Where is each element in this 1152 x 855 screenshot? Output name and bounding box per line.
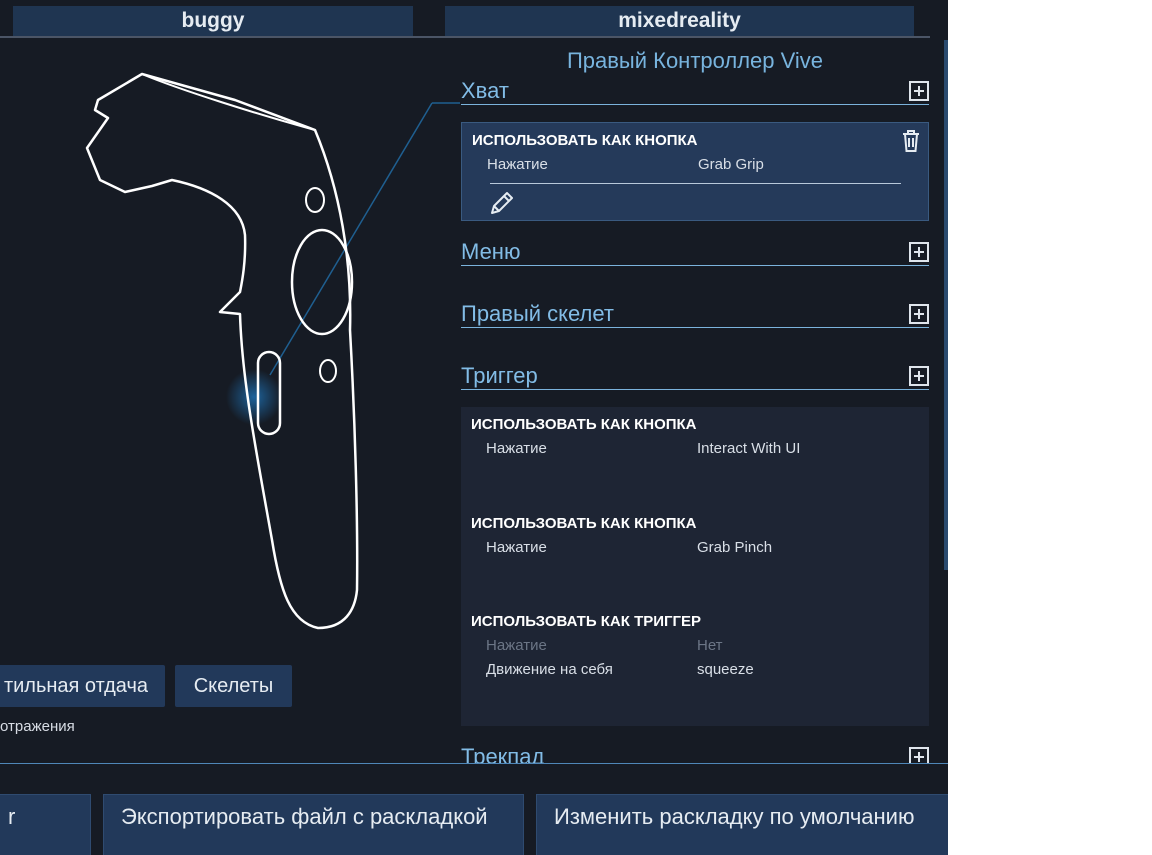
tab-mixedreality[interactable]: mixedreality xyxy=(445,6,914,36)
change-default-binding-label: Изменить раскладку по умолчанию xyxy=(554,804,915,829)
change-default-binding-button[interactable]: Изменить раскладку по умолчанию xyxy=(536,794,948,855)
export-binding-label: Экспортировать файл с раскладкой xyxy=(121,804,488,829)
controller-title: Правый Контроллер Vive xyxy=(566,48,824,73)
grip-binding-card[interactable]: ИСПОЛЬЗОВАТЬ КАК КНОПКА Нажатие Grab Gri… xyxy=(461,122,929,221)
add-binding-icon[interactable] xyxy=(909,81,929,101)
binding-action[interactable]: Нет xyxy=(697,637,723,654)
section-grip[interactable]: Хват xyxy=(461,74,929,105)
trigger-bindings-card: ИСПОЛЬЗОВАТЬ КАК КНОПКА Нажатие Interact… xyxy=(461,407,929,726)
binding-action[interactable]: squeeze xyxy=(697,661,754,678)
trash-icon[interactable] xyxy=(900,129,922,153)
binding-input: Движение на себя xyxy=(486,661,613,678)
section-menu-label: Меню xyxy=(461,239,521,264)
controller-outline xyxy=(85,72,359,630)
section-right-skeleton[interactable]: Правый скелет xyxy=(461,297,929,328)
add-binding-icon[interactable] xyxy=(909,366,929,386)
section-trigger[interactable]: Триггер xyxy=(461,359,929,390)
binding-action[interactable]: Grab Pinch xyxy=(697,539,772,556)
binding-input: Нажатие xyxy=(486,637,547,654)
add-binding-icon[interactable] xyxy=(909,304,929,324)
scrollbar[interactable] xyxy=(944,40,948,570)
footer-divider xyxy=(0,763,948,764)
section-trigger-label: Триггер xyxy=(461,363,538,388)
vive-controller-illustration xyxy=(85,72,460,630)
binding-mode[interactable]: ИСПОЛЬЗОВАТЬ КАК КНОПКА xyxy=(471,416,697,433)
tab-divider xyxy=(0,36,930,38)
section-grip-label: Хват xyxy=(461,78,509,103)
system-button-shape xyxy=(319,359,337,383)
footer-button-label: r xyxy=(8,804,16,829)
binding-action[interactable]: Grab Grip xyxy=(698,156,764,173)
binding-mode: ИСПОЛЬЗОВАТЬ КАК КНОПКА xyxy=(472,132,698,149)
reflection-caption: отражения xyxy=(0,718,75,735)
skeletons-button[interactable]: Скелеты xyxy=(175,665,292,707)
pencil-icon[interactable] xyxy=(488,189,516,217)
haptics-button[interactable]: тильная отдача xyxy=(0,665,165,707)
binding-input: Нажатие xyxy=(486,539,547,556)
export-binding-button[interactable]: Экспортировать файл с раскладкой xyxy=(103,794,524,855)
tab-buggy[interactable]: buggy xyxy=(13,6,413,36)
binding-mode[interactable]: ИСПОЛЬЗОВАТЬ КАК КНОПКА xyxy=(471,515,697,532)
binding-divider xyxy=(490,183,901,184)
add-binding-icon[interactable] xyxy=(909,242,929,262)
binding-mode[interactable]: ИСПОЛЬЗОВАТЬ КАК ТРИГГЕР xyxy=(471,613,701,630)
section-right-skeleton-label: Правый скелет xyxy=(461,301,614,326)
skeletons-button-label: Скелеты xyxy=(193,674,274,697)
haptics-button-label: тильная отдача xyxy=(3,674,148,697)
trackpad-shape xyxy=(290,228,354,336)
grip-highlight-glow xyxy=(226,369,282,425)
binding-action[interactable]: Interact With UI xyxy=(697,440,800,457)
binding-editor-window: buggy mixedreality тильная отдача Скелет… xyxy=(0,0,948,855)
binding-input: Нажатие xyxy=(487,156,548,173)
footer-button-partial[interactable]: r xyxy=(0,794,91,855)
section-menu[interactable]: Меню xyxy=(461,235,929,266)
binding-input: Нажатие xyxy=(486,440,547,457)
menu-button-shape xyxy=(305,187,325,213)
